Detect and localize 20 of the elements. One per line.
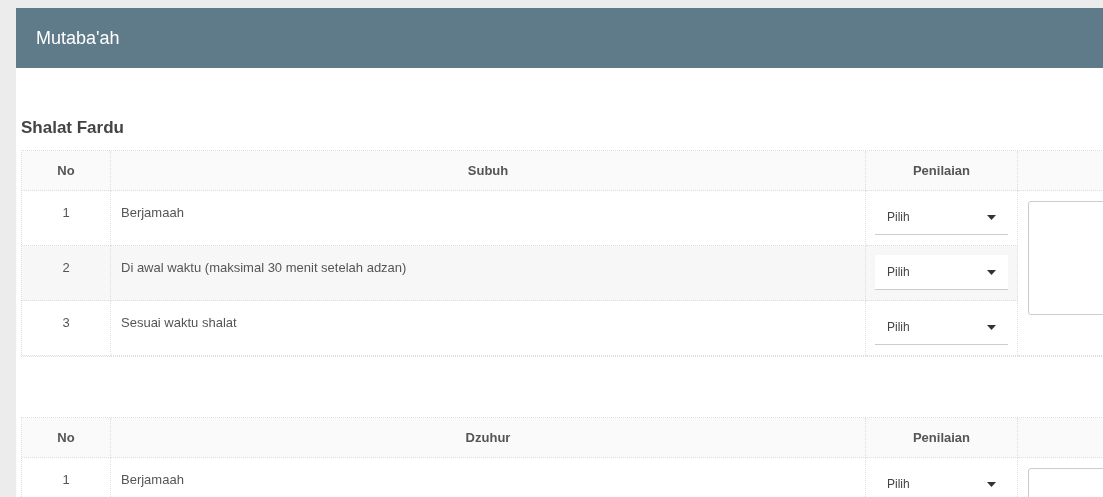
column-header: Subuh — [111, 151, 866, 191]
section-title: Shalat Fardu — [21, 118, 125, 139]
table-cell: 2 — [22, 246, 111, 301]
table-cell: Di awal waktu (maksimal 30 menit setelah adzan) — [111, 246, 866, 301]
table-cell: Berjamaah — [111, 191, 866, 246]
table-cell: 3 — [22, 301, 111, 356]
column-header: No — [22, 151, 111, 191]
caret-icon — [987, 481, 996, 487]
caret-icon — [987, 214, 996, 220]
caret-icon — [987, 324, 996, 330]
table-cell: Sesuai waktu shalat — [111, 301, 866, 356]
column-header: Dzuhur — [111, 418, 866, 458]
column-header: Penilaian — [866, 418, 1018, 458]
rating-dropdown[interactable]: Pilih — [875, 255, 1008, 290]
column-header: Penilaian — [866, 151, 1018, 191]
page-title: Mutaba'ah — [36, 26, 120, 50]
caret-icon — [987, 269, 996, 275]
table-cell: 1 — [22, 191, 111, 246]
column-header: No — [22, 418, 111, 458]
notes-field[interactable] — [1028, 201, 1103, 315]
